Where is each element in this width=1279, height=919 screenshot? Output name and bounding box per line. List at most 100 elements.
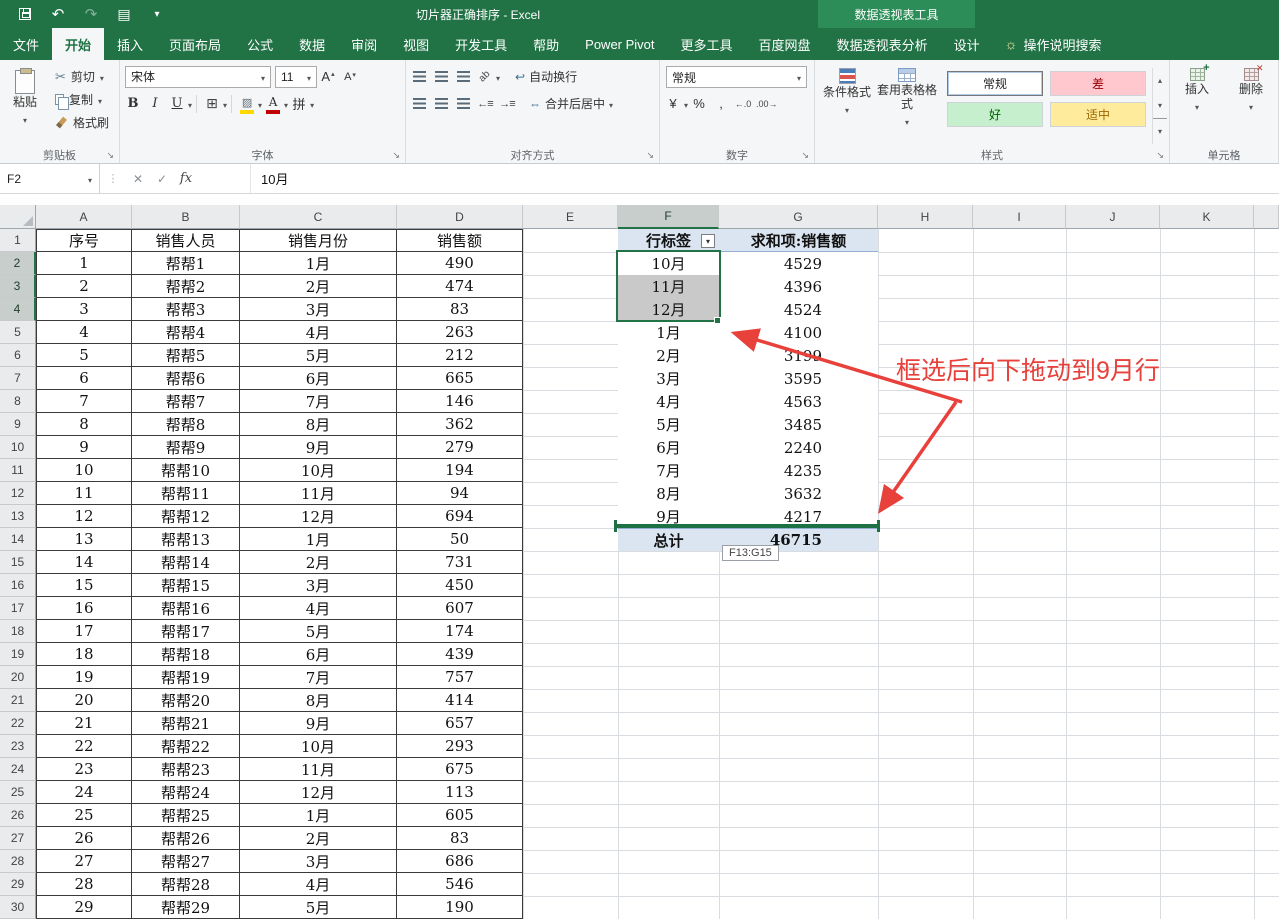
cell-B20[interactable]: 帮帮19 xyxy=(132,666,240,689)
cell-A20[interactable]: 19 xyxy=(36,666,132,689)
cell-D21[interactable]: 414 xyxy=(397,689,523,712)
cell-D12[interactable]: 94 xyxy=(397,482,523,505)
formula-bar-splitter[interactable] xyxy=(100,164,126,193)
cell-A6[interactable]: 5 xyxy=(36,344,132,367)
cell-A11[interactable]: 10 xyxy=(36,459,132,482)
cell-D19[interactable]: 439 xyxy=(397,643,523,666)
tab-power-pivot[interactable]: Power Pivot xyxy=(572,28,667,60)
row-header-4[interactable]: 4 xyxy=(0,298,36,321)
row-header-21[interactable]: 21 xyxy=(0,689,36,712)
cell-F8[interactable]: 4月 xyxy=(618,390,719,413)
row-header-14[interactable]: 14 xyxy=(0,528,36,551)
accounting-format-button[interactable]: ¥ xyxy=(662,93,684,115)
cell-F5[interactable]: 1月 xyxy=(618,321,719,344)
cell-B30[interactable]: 帮帮29 xyxy=(132,896,240,919)
row-header-10[interactable]: 10 xyxy=(0,436,36,459)
cell-A28[interactable]: 27 xyxy=(36,850,132,873)
cell-A12[interactable]: 11 xyxy=(36,482,132,505)
cell-F7[interactable]: 3月 xyxy=(618,367,719,390)
cell-B4[interactable]: 帮帮3 xyxy=(132,298,240,321)
save-button[interactable] xyxy=(16,5,34,23)
number-format-select[interactable]: 常规 xyxy=(666,66,807,88)
copy-button[interactable]: 复制 xyxy=(52,88,112,111)
cell-B24[interactable]: 帮帮23 xyxy=(132,758,240,781)
tab-page-layout[interactable]: 页面布局 xyxy=(156,28,234,60)
tab-home[interactable]: 开始 xyxy=(52,28,105,60)
column-header-B[interactable]: B xyxy=(132,205,240,229)
cell-C26[interactable]: 1月 xyxy=(240,804,397,827)
redo-button[interactable] xyxy=(82,5,100,23)
cell-C10[interactable]: 9月 xyxy=(240,436,397,459)
cut-button[interactable]: 剪切 xyxy=(52,65,112,88)
column-header-D[interactable]: D xyxy=(397,205,523,229)
tab-file[interactable]: 文件 xyxy=(0,28,52,60)
cell-D24[interactable]: 675 xyxy=(397,758,523,781)
cell-B7[interactable]: 帮帮6 xyxy=(132,367,240,390)
row-header-13[interactable]: 13 xyxy=(0,505,36,528)
column-header-H[interactable]: H xyxy=(878,205,973,229)
cell-D22[interactable]: 657 xyxy=(397,712,523,735)
cell-D14[interactable]: 50 xyxy=(397,528,523,551)
cell-D9[interactable]: 362 xyxy=(397,413,523,436)
cell-A10[interactable]: 9 xyxy=(36,436,132,459)
row-labels-filter-button[interactable] xyxy=(701,234,715,248)
styles-dialog-launcher[interactable] xyxy=(1156,150,1164,161)
fill-color-button[interactable] xyxy=(236,93,258,115)
tab-insert[interactable]: 插入 xyxy=(104,28,156,60)
cell-B2[interactable]: 帮帮1 xyxy=(132,252,240,275)
cell-G1[interactable]: 求和项:销售额 xyxy=(719,229,878,252)
cell-style-常规[interactable]: 常规 xyxy=(947,71,1043,96)
font-dialog-launcher[interactable] xyxy=(392,150,400,161)
cell-B28[interactable]: 帮帮27 xyxy=(132,850,240,873)
cell-style-适中[interactable]: 适中 xyxy=(1050,102,1146,127)
tab-data[interactable]: 数据 xyxy=(286,28,338,60)
format-painter-button[interactable]: 格式刷 xyxy=(52,111,112,134)
row-header-29[interactable]: 29 xyxy=(0,873,36,896)
cell-B11[interactable]: 帮帮10 xyxy=(132,459,240,482)
cell-D25[interactable]: 113 xyxy=(397,781,523,804)
cell-B22[interactable]: 帮帮21 xyxy=(132,712,240,735)
cell-C12[interactable]: 11月 xyxy=(240,482,397,505)
align-bottom-button[interactable] xyxy=(452,66,474,88)
increase-decimal-button[interactable] xyxy=(732,93,754,115)
cell-D11[interactable]: 194 xyxy=(397,459,523,482)
cell-C19[interactable]: 6月 xyxy=(240,643,397,666)
cell-B8[interactable]: 帮帮7 xyxy=(132,390,240,413)
cell-G4[interactable]: 4524 xyxy=(719,298,878,321)
orientation-button[interactable] xyxy=(474,66,496,88)
cell-A26[interactable]: 25 xyxy=(36,804,132,827)
increase-font-size-button[interactable] xyxy=(317,66,339,88)
cell-C20[interactable]: 7月 xyxy=(240,666,397,689)
cell-F12[interactable]: 8月 xyxy=(618,482,719,505)
cell-C3[interactable]: 2月 xyxy=(240,275,397,298)
format-as-table-button[interactable]: 套用表格格式 xyxy=(877,63,937,146)
cell-B19[interactable]: 帮帮18 xyxy=(132,643,240,666)
cell-B29[interactable]: 帮帮28 xyxy=(132,873,240,896)
row-header-18[interactable]: 18 xyxy=(0,620,36,643)
delete-cells-button[interactable]: 删除 xyxy=(1226,63,1276,146)
cell-A23[interactable]: 22 xyxy=(36,735,132,758)
formula-input[interactable]: 10月 xyxy=(250,164,1279,193)
decrease-decimal-button[interactable] xyxy=(754,93,780,115)
cell-style-好[interactable]: 好 xyxy=(947,102,1043,127)
column-header-J[interactable]: J xyxy=(1066,205,1160,229)
cell-C8[interactable]: 7月 xyxy=(240,390,397,413)
cell-A2[interactable]: 1 xyxy=(36,252,132,275)
bold-button[interactable]: B xyxy=(122,93,144,115)
cell-G9[interactable]: 3485 xyxy=(719,413,878,436)
cell-C7[interactable]: 6月 xyxy=(240,367,397,390)
name-box[interactable]: F2 xyxy=(0,164,100,193)
decrease-font-size-button[interactable] xyxy=(339,66,361,88)
cell-G10[interactable]: 2240 xyxy=(719,436,878,459)
row-header-3[interactable]: 3 xyxy=(0,275,36,298)
tab-design[interactable]: 设计 xyxy=(941,28,993,60)
cell-A25[interactable]: 24 xyxy=(36,781,132,804)
cell-C27[interactable]: 2月 xyxy=(240,827,397,850)
cell-A4[interactable]: 3 xyxy=(36,298,132,321)
cell-A22[interactable]: 21 xyxy=(36,712,132,735)
cell-D30[interactable]: 190 xyxy=(397,896,523,919)
row-header-27[interactable]: 27 xyxy=(0,827,36,850)
cell-D13[interactable]: 694 xyxy=(397,505,523,528)
cell-C1[interactable]: 销售月份 xyxy=(240,229,397,252)
underline-button[interactable]: U xyxy=(166,93,188,115)
